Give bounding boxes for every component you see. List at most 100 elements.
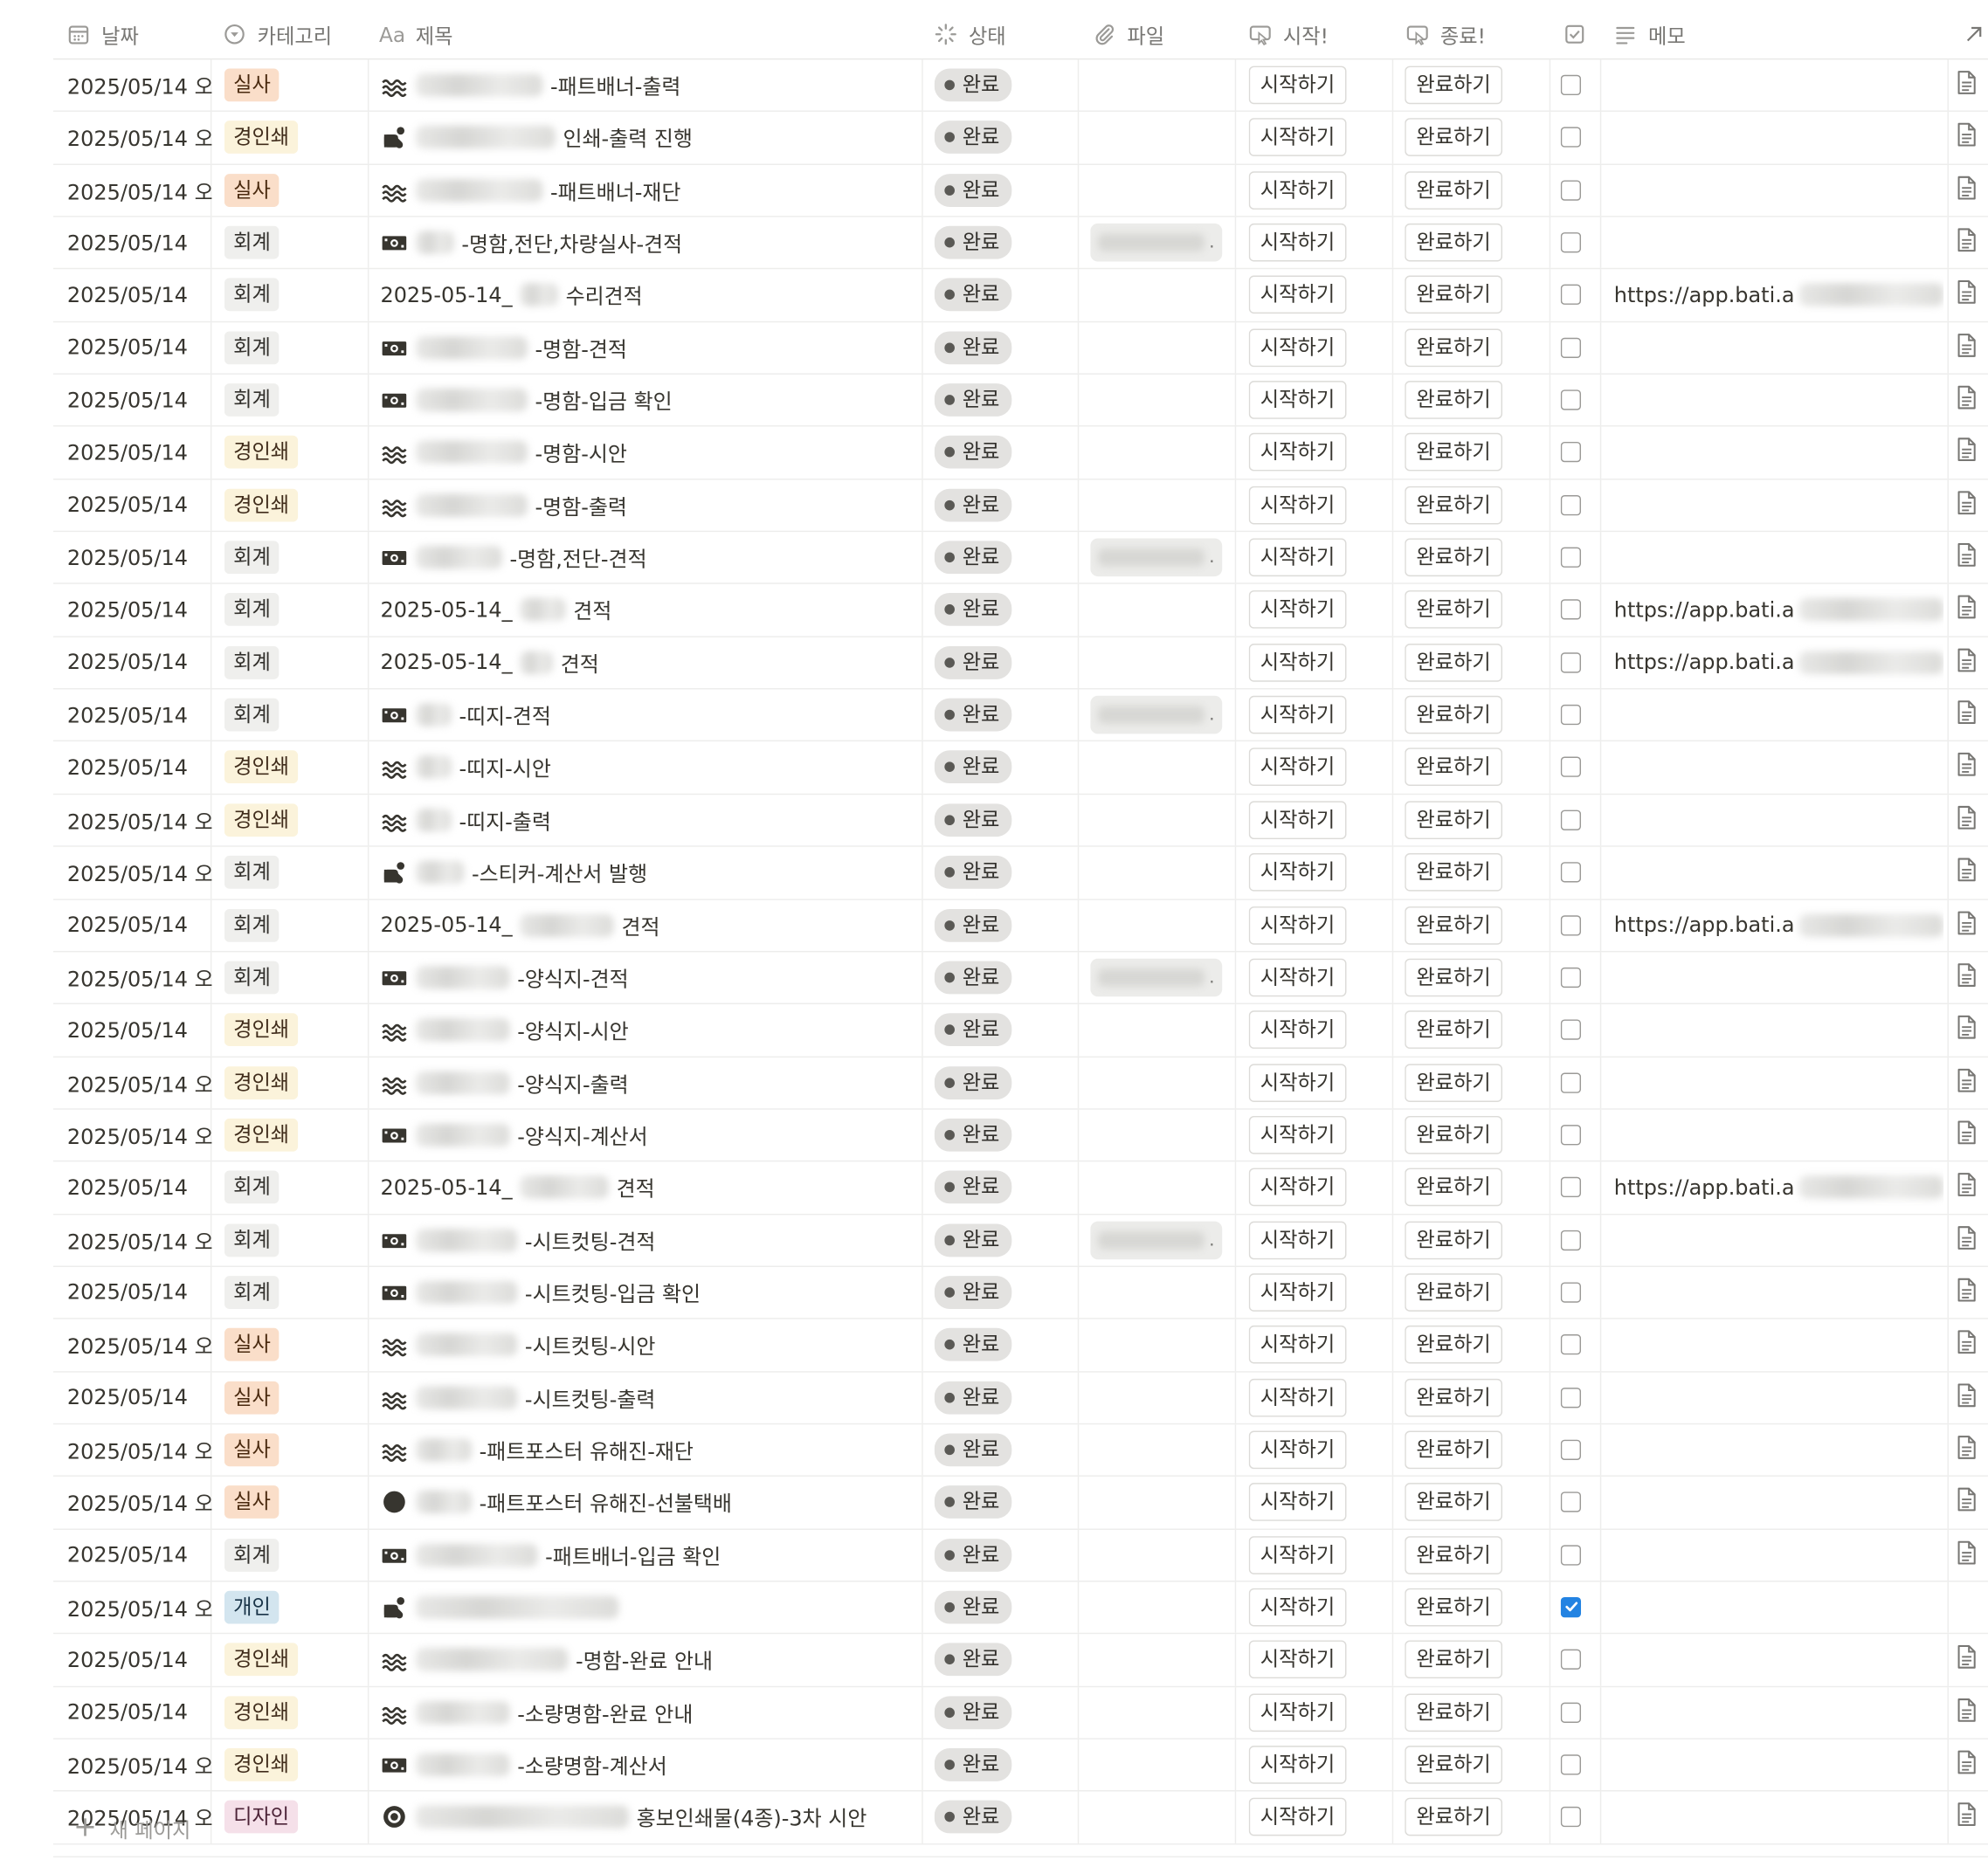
- document-icon[interactable]: [1955, 70, 1978, 100]
- file-cell[interactable]: [1090, 1110, 1225, 1161]
- memo-cell[interactable]: [1614, 1319, 1943, 1370]
- done-checkbox[interactable]: [1560, 1230, 1582, 1250]
- memo-cell[interactable]: [1614, 532, 1943, 582]
- file-cell[interactable]: [1090, 637, 1225, 688]
- category-cell[interactable]: 경인쇄: [224, 1739, 364, 1790]
- complete-button[interactable]: 완료하기: [1405, 381, 1502, 419]
- start-button[interactable]: 시작하기: [1248, 1693, 1347, 1732]
- file-cell[interactable]: [1090, 1582, 1225, 1633]
- table-row[interactable]: 2025/05/14 오 경인쇄 -띠지-출력 완료 시작하기 완료하기: [52, 794, 1988, 847]
- file-cell[interactable]: [1090, 479, 1225, 530]
- title-cell[interactable]: -패트포스터 유해진-선불택배: [380, 1477, 925, 1527]
- column-header-end[interactable]: 종료!: [1405, 10, 1486, 59]
- done-checkbox[interactable]: [1560, 1702, 1582, 1723]
- status-cell[interactable]: 완료: [934, 1110, 1074, 1161]
- complete-button[interactable]: 완료하기: [1405, 590, 1502, 630]
- category-cell[interactable]: 디자인: [224, 1792, 364, 1843]
- done-checkbox[interactable]: [1560, 1650, 1582, 1671]
- date-cell[interactable]: 2025/05/14: [67, 1004, 211, 1055]
- date-cell[interactable]: 2025/05/14: [67, 1687, 211, 1738]
- date-cell[interactable]: 2025/05/14: [67, 322, 211, 373]
- date-cell[interactable]: 2025/05/14: [67, 427, 211, 478]
- document-icon[interactable]: [1955, 1487, 1978, 1518]
- column-header-start[interactable]: 시작!: [1247, 10, 1329, 59]
- memo-cell[interactable]: [1614, 742, 1943, 793]
- complete-button[interactable]: 완료하기: [1405, 486, 1502, 525]
- title-cell[interactable]: -띠지-시안: [380, 742, 925, 793]
- document-icon[interactable]: [1955, 1540, 1978, 1570]
- table-row[interactable]: 2025/05/14 오 디자인 홍보인쇄물(4종)-3차 시안 완료 시작하기…: [52, 1791, 1988, 1845]
- status-cell[interactable]: 완료: [934, 112, 1074, 162]
- category-cell[interactable]: 회계: [224, 217, 364, 268]
- complete-button[interactable]: 완료하기: [1405, 643, 1502, 682]
- table-row[interactable]: 2025/05/14 오 회계 -스티커-계산서 발행 완료 시작하기 완료하기: [52, 846, 1988, 900]
- category-cell[interactable]: 경인쇄: [224, 1687, 364, 1738]
- category-cell[interactable]: 회계: [224, 637, 364, 688]
- start-button[interactable]: 시작하기: [1248, 695, 1347, 734]
- category-cell[interactable]: 회계: [224, 1162, 364, 1213]
- date-cell[interactable]: 2025/05/14: [67, 1529, 211, 1580]
- title-cell[interactable]: -명함-시안: [380, 427, 925, 478]
- file-cell[interactable]: [1090, 427, 1225, 478]
- title-cell[interactable]: -양식지-견적: [380, 952, 925, 1002]
- done-checkbox[interactable]: [1560, 1071, 1582, 1093]
- done-checkbox[interactable]: [1560, 1596, 1582, 1618]
- document-icon[interactable]: [1955, 1644, 1978, 1675]
- category-cell[interactable]: 회계: [224, 584, 364, 635]
- status-cell[interactable]: 완료: [934, 165, 1074, 216]
- status-cell[interactable]: 완료: [934, 1267, 1074, 1318]
- column-header-category[interactable]: 카테고리: [222, 10, 332, 59]
- document-icon[interactable]: [1955, 1119, 1978, 1150]
- title-cell[interactable]: -시트컷팅-견적: [380, 1215, 925, 1265]
- category-cell[interactable]: 경인쇄: [224, 427, 364, 478]
- table-row[interactable]: 2025/05/14 경인쇄 -명함-시안 완료 시작하기 완료하기: [52, 427, 1988, 480]
- status-cell[interactable]: 완료: [934, 1004, 1074, 1055]
- table-row[interactable]: 2025/05/14 오 실사 -패트배너-재단 완료 시작하기 완료하기: [52, 164, 1988, 217]
- status-cell[interactable]: 완료: [934, 1582, 1074, 1633]
- date-cell[interactable]: 2025/05/14 오: [67, 1215, 211, 1265]
- title-cell[interactable]: 2025-05-14_ 견적: [380, 1162, 925, 1213]
- document-icon[interactable]: [1955, 279, 1978, 310]
- memo-cell[interactable]: [1614, 952, 1943, 1002]
- column-header-status[interactable]: 상태: [933, 10, 1006, 59]
- memo-cell[interactable]: [1614, 1739, 1943, 1790]
- column-header-memo[interactable]: 메모: [1612, 10, 1686, 59]
- memo-link[interactable]: https://app.bati.a: [1614, 598, 1795, 623]
- table-row[interactable]: 2025/05/14 회계 -명함,전단-견적 완료 . 시작하기 완료하기: [52, 532, 1988, 585]
- status-cell[interactable]: 완료: [934, 1372, 1074, 1423]
- date-cell[interactable]: 2025/05/14: [67, 270, 211, 320]
- date-cell[interactable]: 2025/05/14: [67, 1372, 211, 1423]
- done-checkbox[interactable]: [1560, 599, 1582, 621]
- start-button[interactable]: 시작하기: [1248, 433, 1347, 472]
- status-cell[interactable]: 완료: [934, 637, 1074, 688]
- complete-button[interactable]: 완료하기: [1405, 1063, 1502, 1102]
- table-row[interactable]: 2025/05/14 오 실사 -패트포스터 유해진-재단 완료 시작하기 완료…: [52, 1424, 1988, 1478]
- table-row[interactable]: 2025/05/14 경인쇄 -양식지-시안 완료 시작하기 완료하기: [52, 1004, 1988, 1057]
- date-cell[interactable]: 2025/05/14: [67, 375, 211, 425]
- status-cell[interactable]: 완료: [934, 1687, 1074, 1738]
- date-cell[interactable]: 2025/05/14 오: [67, 1110, 211, 1161]
- file-cell[interactable]: [1090, 1529, 1225, 1580]
- start-button[interactable]: 시작하기: [1248, 223, 1347, 262]
- title-cell[interactable]: -명함,전단,차량실사-견적: [380, 217, 925, 268]
- category-cell[interactable]: 경인쇄: [224, 795, 364, 845]
- memo-cell[interactable]: https://app.bati.a: [1614, 270, 1944, 320]
- category-cell[interactable]: 회계: [224, 322, 364, 373]
- status-cell[interactable]: 완료: [934, 899, 1074, 950]
- table-row[interactable]: 2025/05/14 회계 2025-05-14_ 수리견적 완료 시작하기 완료…: [52, 269, 1988, 322]
- complete-button[interactable]: 완료하기: [1405, 170, 1502, 210]
- memo-cell[interactable]: [1614, 1792, 1943, 1843]
- complete-button[interactable]: 완료하기: [1405, 1010, 1502, 1050]
- document-icon[interactable]: [1955, 175, 1978, 205]
- start-button[interactable]: 시작하기: [1248, 170, 1347, 210]
- date-cell[interactable]: 2025/05/14: [67, 479, 211, 530]
- document-icon[interactable]: [1955, 1802, 1978, 1833]
- document-icon[interactable]: [1955, 227, 1978, 258]
- memo-cell[interactable]: [1614, 1424, 1943, 1475]
- start-button[interactable]: 시작하기: [1248, 1483, 1347, 1522]
- memo-cell[interactable]: [1614, 1477, 1943, 1527]
- file-cell[interactable]: .: [1090, 690, 1225, 741]
- document-icon[interactable]: [1955, 1435, 1978, 1465]
- status-cell[interactable]: 완료: [934, 690, 1074, 741]
- done-checkbox[interactable]: [1560, 494, 1582, 515]
